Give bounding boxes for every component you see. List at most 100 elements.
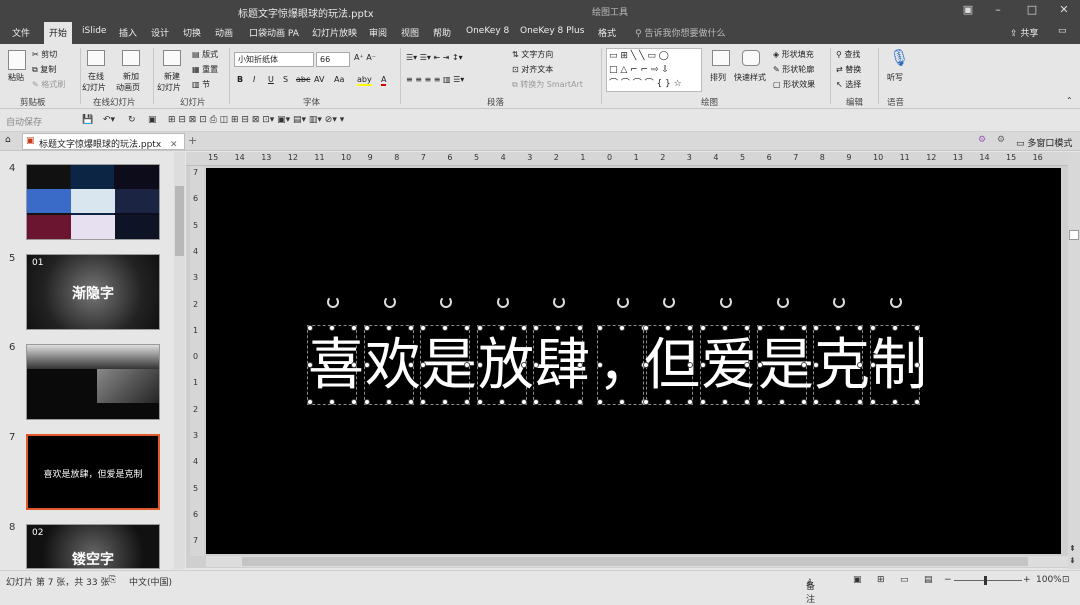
resize-handle[interactable] xyxy=(779,325,785,331)
resize-handle[interactable] xyxy=(555,399,561,405)
title-character[interactable]: 放 xyxy=(477,325,534,405)
rotate-handle-icon[interactable] xyxy=(327,296,339,308)
resize-handle[interactable] xyxy=(420,399,426,405)
resize-handle[interactable] xyxy=(722,325,728,331)
resize-handle[interactable] xyxy=(477,399,483,405)
new-slide-label-1[interactable]: 新建 xyxy=(164,71,180,82)
resize-handle[interactable] xyxy=(857,399,863,405)
resize-handle[interactable] xyxy=(687,325,693,331)
tab-view[interactable]: 视图 xyxy=(401,26,419,39)
new-animation-label-2[interactable]: 动画页 xyxy=(116,82,140,93)
resize-handle[interactable] xyxy=(521,325,527,331)
scrollbar-thumb[interactable] xyxy=(242,557,1028,566)
format-painter-button[interactable]: ✎ 格式刷 xyxy=(32,79,65,90)
resize-handle[interactable] xyxy=(442,399,448,405)
tab-format[interactable]: 格式 xyxy=(598,26,616,39)
fit-slide-icon[interactable]: ⊡ xyxy=(1062,575,1070,585)
new-animation-label-1[interactable]: 新加 xyxy=(123,71,139,82)
resize-handle[interactable] xyxy=(801,325,807,331)
replace-button[interactable]: ⇄ 替换 xyxy=(836,64,861,75)
collapse-ribbon-icon[interactable]: ⌃ xyxy=(1066,96,1073,105)
ribbon-display-options-icon[interactable]: ▣ xyxy=(960,3,976,17)
paste-icon[interactable] xyxy=(8,50,26,70)
new-tab-icon[interactable]: + xyxy=(188,134,197,147)
slide-thumbnail-8[interactable]: 02 镂空字 xyxy=(26,524,160,569)
slide-thumbnail-7[interactable]: 喜欢是放肆，但爱是克制 xyxy=(26,434,160,510)
tab-insert[interactable]: 插入 xyxy=(119,26,137,39)
smartart-button[interactable]: ⧉ 转换为 SmartArt xyxy=(512,79,583,90)
tell-me-search[interactable]: ⚲ 告诉我你想要做什么 xyxy=(635,26,725,39)
resize-handle[interactable] xyxy=(779,399,785,405)
shape-fill-button[interactable]: ◈ 形状填充 xyxy=(773,49,814,60)
shapes-gallery[interactable]: ▭ ⊞ ╲ ╲ ▭ ◯ □ △ ⌐ ⌐ ⇨ ⇩ ⌒ ⌒ ⌒ ⌒ { } ☆ xyxy=(606,48,702,92)
resize-handle[interactable] xyxy=(813,362,819,368)
char-spacing-button[interactable]: AV xyxy=(314,75,324,84)
resize-handle[interactable] xyxy=(619,325,625,331)
rotate-handle-icon[interactable] xyxy=(497,296,509,308)
resize-handle[interactable] xyxy=(577,399,583,405)
zoom-slider[interactable] xyxy=(954,580,1022,581)
resize-handle[interactable] xyxy=(597,362,603,368)
tab-onekey8plus[interactable]: OneKey 8 Plus xyxy=(520,26,584,36)
title-character[interactable]: 爱 xyxy=(700,325,757,405)
tab-pocket-animation[interactable]: 口袋动画 PA xyxy=(249,26,299,39)
resize-handle[interactable] xyxy=(665,325,671,331)
rotate-handle-icon[interactable] xyxy=(720,296,732,308)
text-direction-button[interactable]: ⇅ 文字方向 xyxy=(512,49,553,60)
dictate-button[interactable]: 听写 xyxy=(887,72,903,83)
rotate-handle-icon[interactable] xyxy=(777,296,789,308)
resize-handle[interactable] xyxy=(577,362,583,368)
resize-handle[interactable] xyxy=(757,362,763,368)
title-character[interactable]: 肆 xyxy=(533,325,590,405)
resize-handle[interactable] xyxy=(643,362,649,368)
font-size-select[interactable]: 66 xyxy=(316,52,350,67)
slide-thumbnail-5[interactable]: 01 渐隐字 xyxy=(26,254,160,330)
resize-handle[interactable] xyxy=(464,399,470,405)
resize-handle[interactable] xyxy=(757,325,763,331)
reset-button[interactable]: ▦ 重置 xyxy=(192,64,218,75)
settings-icon[interactable]: ⚙ xyxy=(997,135,1005,145)
rotate-handle-icon[interactable] xyxy=(440,296,452,308)
tab-home[interactable]: 开始 xyxy=(44,22,73,44)
resize-handle[interactable] xyxy=(307,325,313,331)
resize-handle[interactable] xyxy=(722,399,728,405)
title-character[interactable]: 欢 xyxy=(364,325,421,405)
language-indicator[interactable]: 中文(中国) xyxy=(129,575,172,588)
rotate-handle-icon[interactable] xyxy=(384,296,396,308)
resize-handle[interactable] xyxy=(386,325,392,331)
resize-handle[interactable] xyxy=(643,399,649,405)
resize-handle[interactable] xyxy=(687,362,693,368)
new-slide-icon[interactable] xyxy=(163,50,181,66)
tab-transitions[interactable]: 切换 xyxy=(183,26,201,39)
font-grow-icon[interactable]: A⁺ A⁻ xyxy=(354,53,376,62)
title-character[interactable]: 是 xyxy=(757,325,814,405)
comments-icon[interactable]: ▭ xyxy=(1058,26,1067,36)
resize-handle[interactable] xyxy=(870,362,876,368)
rotate-handle-icon[interactable] xyxy=(663,296,675,308)
bold-button[interactable]: B xyxy=(237,75,243,84)
resize-handle[interactable] xyxy=(533,362,539,368)
resize-handle[interactable] xyxy=(744,362,750,368)
title-character[interactable]: 克 xyxy=(813,325,870,405)
reading-view-icon[interactable]: ▭ xyxy=(900,575,909,585)
tab-animations[interactable]: 动画 xyxy=(215,26,233,39)
resize-handle[interactable] xyxy=(364,399,370,405)
quick-styles-button[interactable]: 快速样式 xyxy=(734,72,766,83)
slide-thumbnail-6[interactable] xyxy=(26,344,160,420)
font-name-select[interactable]: 小知折纸体 xyxy=(234,52,314,67)
resize-handle[interactable] xyxy=(408,362,414,368)
layout-button[interactable]: ▤ 版式 xyxy=(192,49,218,60)
resize-handle[interactable] xyxy=(870,399,876,405)
arrange-icon[interactable] xyxy=(712,50,730,66)
resize-handle[interactable] xyxy=(835,399,841,405)
horizontal-scrollbar[interactable] xyxy=(206,556,1068,567)
save-icon[interactable]: 💾 xyxy=(82,115,93,125)
maximize-icon[interactable]: □ xyxy=(1024,3,1040,17)
close-icon[interactable]: ✕ xyxy=(1056,3,1072,17)
resize-handle[interactable] xyxy=(364,362,370,368)
resize-handle[interactable] xyxy=(757,399,763,405)
resize-handle[interactable] xyxy=(533,325,539,331)
arrange-button[interactable]: 排列 xyxy=(710,72,726,83)
resize-handle[interactable] xyxy=(914,325,920,331)
resize-handle[interactable] xyxy=(857,325,863,331)
